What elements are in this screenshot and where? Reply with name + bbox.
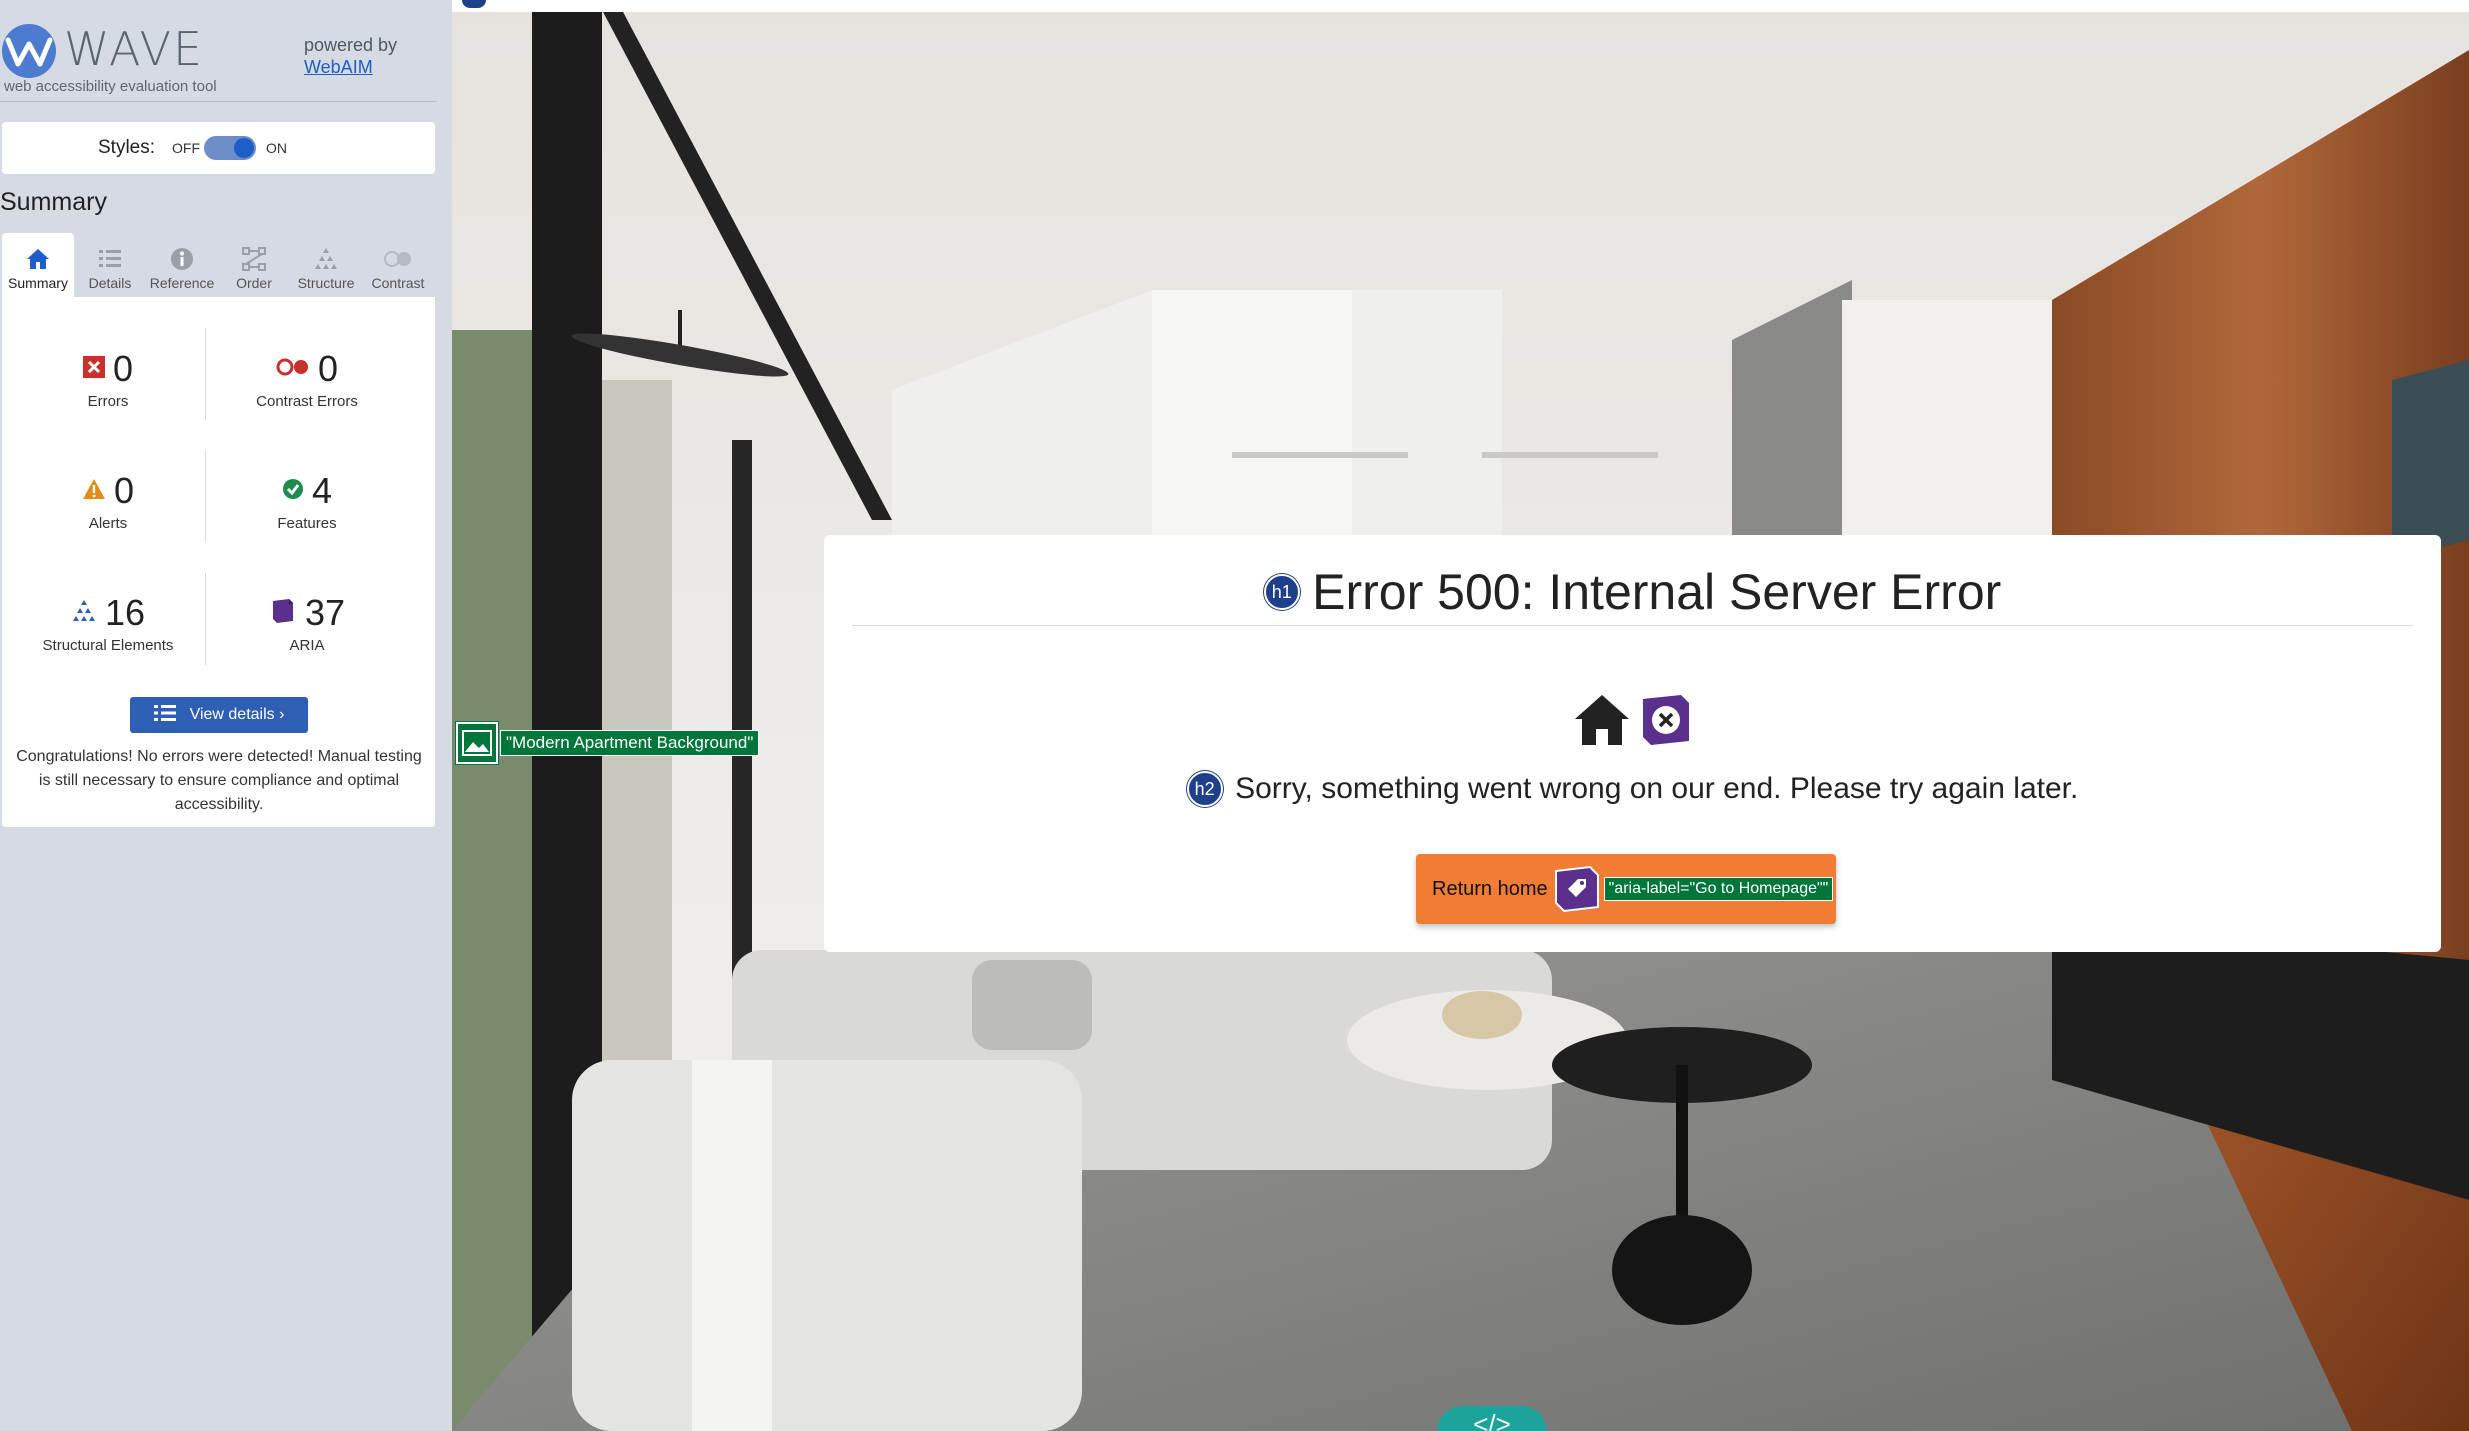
top-badge-icon [462,0,486,8]
stat-contrast-errors[interactable]: 0 Contrast Errors [207,347,407,410]
congrats-message: Congratulations! No errors were detected… [16,748,422,813]
aria-count: 37 [304,592,346,633]
list-icon [153,704,176,727]
alert-icon [82,478,106,505]
wave-logo-text: WAVE [64,22,205,76]
features-label: Features [277,515,337,532]
contrast-error-icon [276,357,310,382]
header-divider [0,101,437,102]
summary-panel: Summary Details Reference Order Structur… [2,233,435,827]
wave-header: WAVE web accessibility evaluation tool p… [0,14,437,100]
h1-badge-icon[interactable]: h1 [1263,574,1300,610]
toggle-knob [234,138,254,158]
stat-alerts[interactable]: 0 Alerts [8,469,208,532]
contrast-errors-label: Contrast Errors [256,393,358,410]
stat-aria[interactable]: 37 ARIA [207,591,407,654]
view-details-button[interactable]: View details › [130,697,308,733]
h2-badge-icon[interactable]: h2 [1186,771,1223,807]
page-title: Error 500: Internal Server Error [1312,564,2002,620]
summary-heading: Summary [0,188,107,216]
tab-details-label: Details [88,275,132,291]
alt-text-label: "Modern Apartment Background" [500,730,760,756]
errors-label: Errors [87,393,129,410]
styles-on-label: ON [266,140,287,156]
return-home-label: Return home [1432,877,1548,900]
subheading-row: h2 Sorry, something went wrong on our en… [824,771,2441,807]
aria-tag-icon[interactable] [1552,865,1600,913]
aria-icon [269,597,297,630]
structural-label: Structural Elements [42,637,174,654]
tab-summary[interactable]: Summary [2,233,74,297]
tab-details[interactable]: Details [74,233,146,297]
error-icons-row [824,693,2441,751]
alerts-count: 0 [113,470,135,511]
heading-divider [852,625,2413,626]
wave-logo-icon [2,24,56,78]
wave-sidebar: WAVE web accessibility evaluation tool p… [0,0,452,1431]
tab-reference[interactable]: Reference [146,233,218,297]
tab-contrast[interactable]: Contrast [362,233,434,297]
feature-check-icon [282,478,304,505]
structure-icon [290,243,362,273]
list-icon [74,243,146,273]
stat-structural-elements[interactable]: 16 Structural Elements [8,591,208,654]
return-home-button[interactable]: Return home "aria-label="Go to Homepage"… [1416,854,1836,924]
aria-label: ARIA [289,637,325,654]
error-card: h1 Error 500: Internal Server Error h2 S… [824,535,2441,952]
page-viewport: "Modern Apartment Background" h1 Error 5… [452,0,2469,1431]
structural-count: 16 [104,592,146,633]
view-details-label: View details › [189,706,285,723]
styles-off-label: OFF [172,140,200,156]
stat-features[interactable]: 4 Features [207,469,407,532]
wave-logo-subtitle: web accessibility evaluation tool [4,78,217,95]
webaim-link[interactable]: WebAIM [304,56,397,78]
alerts-label: Alerts [88,515,128,532]
home-icon [1573,693,1631,751]
tab-summary-label: Summary [8,275,68,291]
tab-order[interactable]: Order [218,233,290,297]
styles-label: Styles: [98,137,156,158]
features-count: 4 [311,470,333,511]
tab-reference-label: Reference [149,275,215,291]
aria-hidden-icon[interactable] [1639,693,1693,751]
tab-structure[interactable]: Structure [290,233,362,297]
structure-icon [71,599,97,628]
styles-toggle[interactable] [204,136,256,160]
stat-errors[interactable]: 0 Errors [8,347,208,410]
tab-structure-label: Structure [297,275,355,291]
powered-by: powered by WebAIM [304,34,397,78]
contrast-errors-count: 0 [317,348,339,389]
tab-order-label: Order [236,275,272,291]
error-icon [82,355,105,383]
errors-count: 0 [112,348,134,389]
page-top-strip [452,0,2469,12]
aria-label-annotation: "aria-label="Go to Homepage"" [1603,877,1834,901]
info-icon [146,243,218,273]
home-icon [2,243,74,273]
tab-contrast-label: Contrast [371,275,425,291]
image-alt-icon [456,722,498,764]
powered-by-label: powered by [304,35,398,55]
order-icon [218,243,290,273]
code-toggle-tab[interactable]: </> [1437,1406,1547,1431]
heading-row: h1 Error 500: Internal Server Error [824,563,2441,621]
error-message: Sorry, something went wrong on our end. … [1235,772,2079,805]
alt-text-annotation[interactable]: "Modern Apartment Background" [456,722,760,764]
contrast-icon [362,243,434,273]
styles-toggle-box: Styles: OFF ON [2,122,435,174]
panel-tabs: Summary Details Reference Order Structur… [2,233,435,297]
